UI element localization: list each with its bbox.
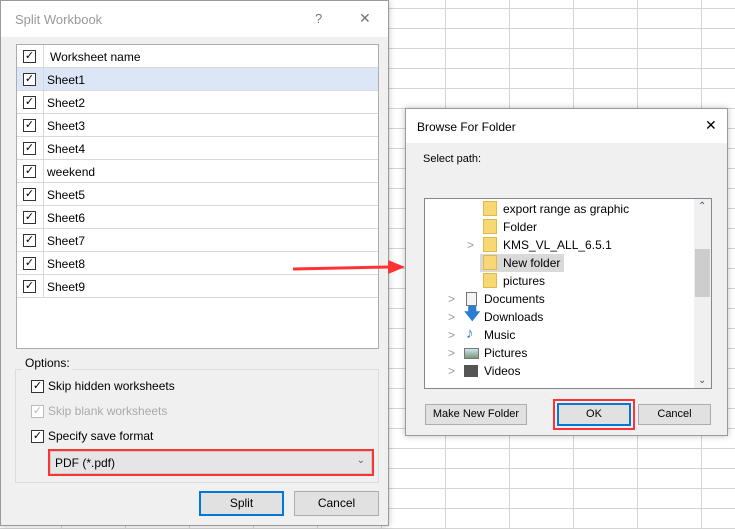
dialog-title: Split Workbook bbox=[15, 12, 103, 27]
worksheet-list: ✓ Worksheet name ✓ Sheet1 ✓ Sheet2 ✓ Sheet3 ✓ S… bbox=[16, 44, 379, 349]
tree-item-export[interactable]: export range as graphic bbox=[483, 200, 629, 218]
sheet-name: Sheet1 bbox=[47, 73, 86, 87]
format-value: PDF (*.pdf) bbox=[55, 456, 116, 470]
sheet-checkbox[interactable]: ✓ bbox=[23, 234, 36, 247]
folder-tree[interactable]: export range as graphic Folder > KMS_VL_… bbox=[424, 198, 712, 389]
specify-format-checkbox[interactable]: ✓ bbox=[31, 430, 44, 443]
skip-blank-checkbox: ✓ bbox=[31, 405, 44, 418]
folder-icon bbox=[483, 237, 497, 252]
arrow-icon bbox=[292, 260, 405, 274]
tree-item-downloads[interactable]: 🡇 Downloads bbox=[464, 306, 543, 326]
sheet-row[interactable]: ✓ Sheet6 bbox=[17, 206, 378, 229]
skip-hidden-label: Skip hidden worksheets bbox=[48, 379, 175, 393]
documents-icon bbox=[466, 292, 477, 306]
sheet-checkbox[interactable]: ✓ bbox=[23, 119, 36, 132]
sheet-checkbox[interactable]: ✓ bbox=[23, 165, 36, 178]
select-path-label: Select path: bbox=[423, 153, 482, 165]
tree-item-music[interactable]: ♪ Music bbox=[464, 325, 515, 344]
sheet-row[interactable]: ✓ Sheet5 bbox=[17, 183, 378, 206]
sheet-checkbox[interactable]: ✓ bbox=[23, 96, 36, 109]
specify-format-label: Specify save format bbox=[48, 429, 154, 443]
expand-chevron-icon[interactable]: > bbox=[467, 238, 474, 252]
sheet-name: Sheet5 bbox=[47, 188, 86, 202]
sheet-name: Sheet8 bbox=[47, 257, 86, 271]
sheet-checkbox[interactable]: ✓ bbox=[23, 280, 36, 293]
sheet-name: Sheet4 bbox=[47, 142, 86, 156]
split-button[interactable]: Split bbox=[199, 491, 284, 516]
sheet-name: Sheet9 bbox=[47, 280, 86, 294]
sheet-name: Sheet7 bbox=[47, 234, 86, 248]
make-new-folder-button[interactable]: Make New Folder bbox=[425, 404, 527, 425]
expand-chevron-icon[interactable]: > bbox=[448, 292, 455, 306]
sheet-name: weekend bbox=[47, 165, 96, 179]
sheet-row[interactable]: ✓ Sheet4 bbox=[17, 137, 378, 160]
scroll-down-icon[interactable]: ⌄ bbox=[698, 375, 706, 386]
skip-hidden-checkbox[interactable]: ✓ bbox=[31, 380, 44, 393]
sheet-row[interactable]: ✓ weekend bbox=[17, 160, 378, 183]
tree-item-kms[interactable]: KMS_VL_ALL_6.5.1 bbox=[483, 236, 612, 254]
help-button[interactable]: ? bbox=[315, 11, 322, 26]
cancel-button[interactable]: Cancel bbox=[294, 491, 379, 516]
expand-chevron-icon[interactable]: > bbox=[448, 310, 455, 324]
pictures-icon bbox=[464, 348, 479, 359]
sheet-name: Sheet3 bbox=[47, 119, 86, 133]
options-label: Options: bbox=[23, 356, 72, 370]
sheet-name: Sheet2 bbox=[47, 96, 86, 110]
folder-icon bbox=[483, 201, 497, 216]
skip-blank-label: Skip blank worksheets bbox=[48, 404, 168, 418]
sheet-checkbox[interactable]: ✓ bbox=[23, 73, 36, 86]
sheet-checkbox[interactable]: ✓ bbox=[23, 142, 36, 155]
ok-button[interactable]: OK bbox=[557, 403, 631, 426]
expand-chevron-icon[interactable]: > bbox=[448, 346, 455, 360]
tree-item-videos[interactable]: Videos bbox=[464, 362, 520, 380]
folder-icon bbox=[483, 273, 497, 288]
tree-item-folder[interactable]: Folder bbox=[483, 218, 537, 236]
sheet-row[interactable]: ✓ Sheet3 bbox=[17, 114, 378, 137]
title-bar: Split Workbook ? ✕ bbox=[1, 1, 388, 37]
tree-item-new-folder[interactable]: New folder bbox=[480, 254, 565, 272]
download-arrow-icon: 🡇 bbox=[464, 306, 481, 323]
sheet-row[interactable]: ✓ Sheet9 bbox=[17, 275, 378, 298]
folder-icon bbox=[483, 255, 497, 270]
select-all-checkbox[interactable]: ✓ bbox=[23, 50, 36, 63]
videos-icon bbox=[464, 365, 478, 377]
cancel-button[interactable]: Cancel bbox=[638, 404, 711, 425]
expand-chevron-icon[interactable]: > bbox=[448, 328, 455, 342]
sheet-name: Sheet6 bbox=[47, 211, 86, 225]
chevron-down-icon: ⌄ bbox=[356, 455, 365, 466]
close-icon[interactable]: ✕ bbox=[705, 117, 717, 134]
sheet-checkbox[interactable]: ✓ bbox=[23, 257, 36, 270]
save-format-dropdown[interactable]: PDF (*.pdf) ⌄ bbox=[50, 451, 372, 474]
sheet-checkbox[interactable]: ✓ bbox=[23, 211, 36, 224]
sheet-row[interactable]: ✓ Sheet2 bbox=[17, 91, 378, 114]
title-bar: Browse For Folder ✕ bbox=[406, 109, 727, 143]
expand-chevron-icon[interactable]: > bbox=[448, 364, 455, 378]
tree-item-pictures-sub[interactable]: pictures bbox=[483, 272, 545, 290]
column-header: Worksheet name bbox=[50, 50, 141, 64]
scrollbar-thumb[interactable] bbox=[695, 249, 710, 297]
sheet-checkbox[interactable]: ✓ bbox=[23, 188, 36, 201]
music-icon: ♪ bbox=[466, 325, 474, 342]
close-icon[interactable]: ✕ bbox=[359, 10, 371, 27]
sheet-row[interactable]: ✓ Sheet7 bbox=[17, 229, 378, 252]
list-header: ✓ Worksheet name bbox=[17, 45, 378, 68]
folder-icon bbox=[483, 219, 497, 234]
dialog-title: Browse For Folder bbox=[417, 120, 516, 134]
sheet-row[interactable]: ✓ Sheet1 bbox=[17, 68, 378, 91]
tree-item-pictures[interactable]: Pictures bbox=[464, 344, 527, 362]
browse-folder-dialog: Browse For Folder ✕ Select path: export … bbox=[405, 108, 728, 436]
vertical-scrollbar[interactable]: ⌃ ⌄ bbox=[694, 199, 711, 388]
scroll-up-icon[interactable]: ⌃ bbox=[698, 201, 706, 212]
